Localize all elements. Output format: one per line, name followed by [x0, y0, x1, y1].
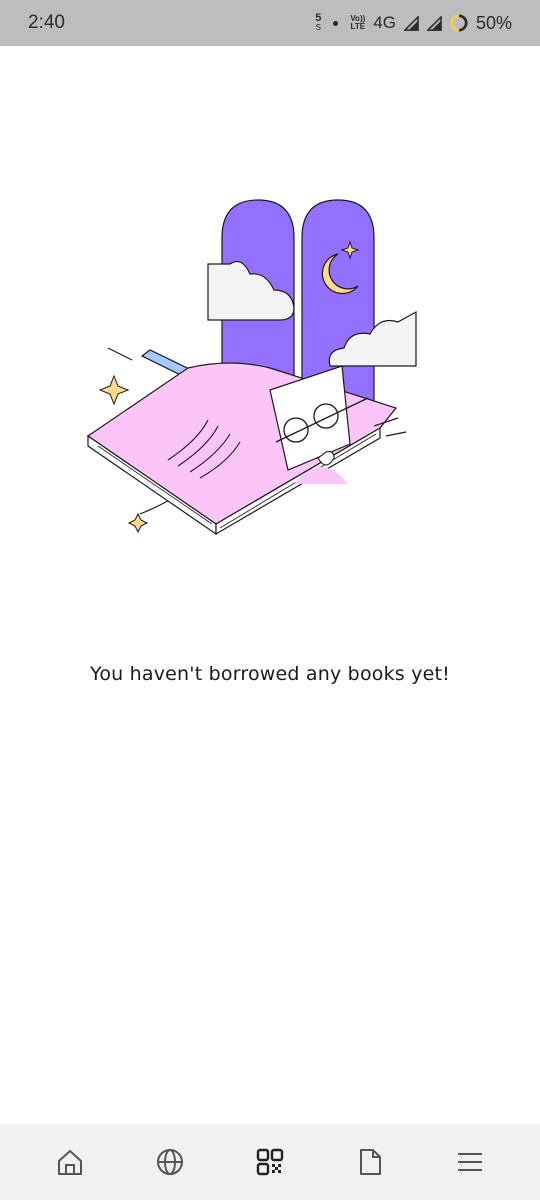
document-icon — [360, 1149, 381, 1175]
nav-menu[interactable] — [448, 1140, 492, 1184]
nav-explore[interactable] — [148, 1140, 192, 1184]
home-icon — [58, 1150, 82, 1175]
nav-scan[interactable] — [248, 1140, 292, 1184]
battery-icon — [450, 14, 468, 32]
sim-slot-sub: S — [315, 23, 321, 32]
nav-home[interactable] — [48, 1140, 92, 1184]
network-type: 4G — [373, 13, 396, 32]
volte-icon: Vo)) LTE — [350, 15, 365, 31]
notification-dot-icon — [333, 20, 339, 26]
empty-state-message: You haven't borrowed any books yet! — [90, 663, 450, 685]
sim-slot-indicator: 5 S — [315, 12, 322, 33]
volte-bottom: LTE — [350, 22, 366, 31]
bottom-navigation — [0, 1124, 540, 1200]
status-time: 2:40 — [28, 12, 65, 33]
nav-documents[interactable] — [348, 1140, 392, 1184]
sim-slot-number: 5 — [315, 12, 322, 24]
menu-icon — [458, 1153, 482, 1171]
status-icons: 5 S Vo)) LTE 4G 50% — [315, 13, 512, 34]
qr-code-icon — [256, 1148, 284, 1176]
signal-icon — [403, 15, 419, 31]
book-with-window-night-icon — [86, 199, 417, 536]
signal-icon-2 — [426, 15, 442, 31]
globe-icon — [157, 1149, 183, 1175]
status-bar: 2:40 5 S Vo)) LTE 4G 50% — [0, 0, 540, 46]
battery-percent: 50% — [475, 12, 512, 33]
